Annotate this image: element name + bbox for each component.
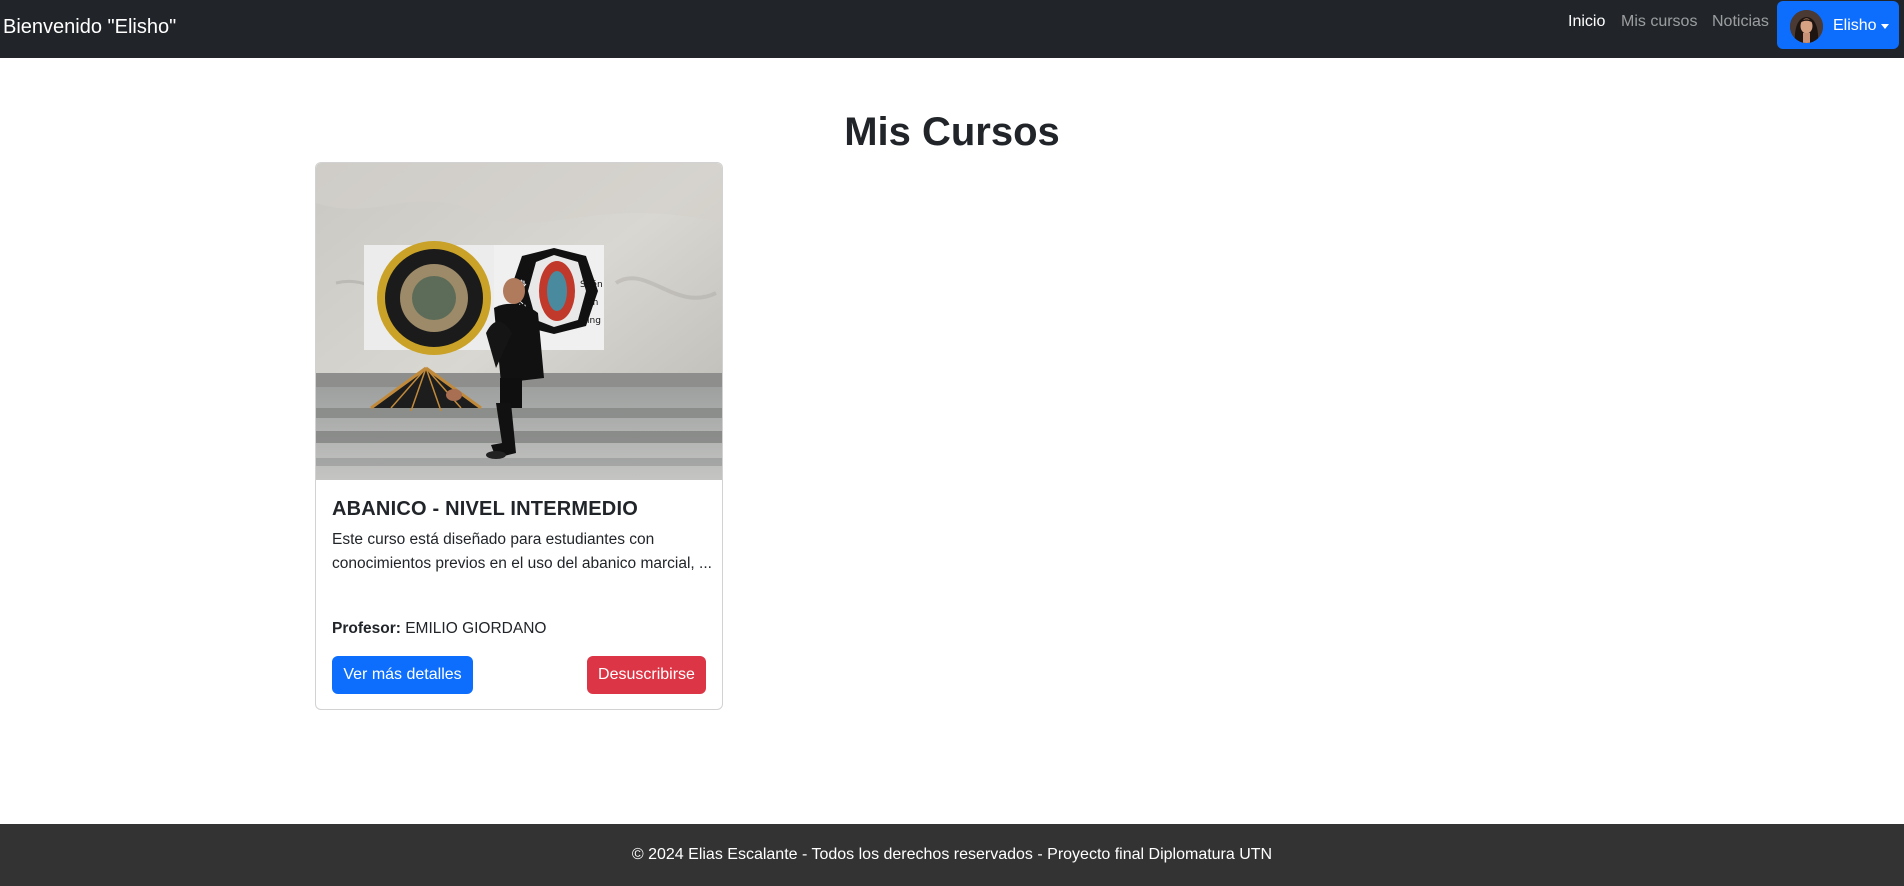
nav-link-inicio[interactable]: Inicio [1568,11,1605,33]
course-professor: Profesor: EMILIO GIORDANO [332,617,546,641]
caret-down-icon [1881,24,1889,29]
user-dropdown-button[interactable]: Elisho [1777,1,1899,49]
view-details-button[interactable]: Ver más detalles [332,656,473,694]
svg-text:Xīn: Xīn [584,298,598,308]
page-title: Mis Cursos [844,110,1060,154]
course-title: ABANICO - NIVEL INTERMEDIO [332,498,638,520]
professor-label: Profesor: [332,620,401,637]
user-avatar [1790,10,1823,43]
course-description: Este curso está diseñado para estudiante… [332,531,712,572]
svg-text:Shēn: Shēn [580,280,603,290]
page-footer: © 2024 Elias Escalante - Todos los derec… [0,824,1904,886]
footer-text: © 2024 Elias Escalante - Todos los derec… [631,846,1273,863]
nav-link-mis-cursos[interactable]: Mis cursos [1621,11,1697,33]
navbar-brand[interactable]: Bienvenido "Elisho" [3,14,176,40]
nav-link-noticias[interactable]: Noticias [1712,11,1769,33]
unsubscribe-button[interactable]: Desuscribirse [587,656,706,694]
course-image: 身 心 灵 Shēn Xīn Líng [316,163,722,480]
user-name: Elisho [1833,17,1877,34]
course-card: 身 心 灵 Shēn Xīn Líng ABANICO - NIVEL INTE… [315,162,723,710]
top-navbar: Bienvenido "Elisho" Inicio Mis cursos No… [0,0,1904,58]
professor-name: EMILIO GIORDANO [405,620,547,637]
svg-text:Líng: Líng [582,316,601,326]
